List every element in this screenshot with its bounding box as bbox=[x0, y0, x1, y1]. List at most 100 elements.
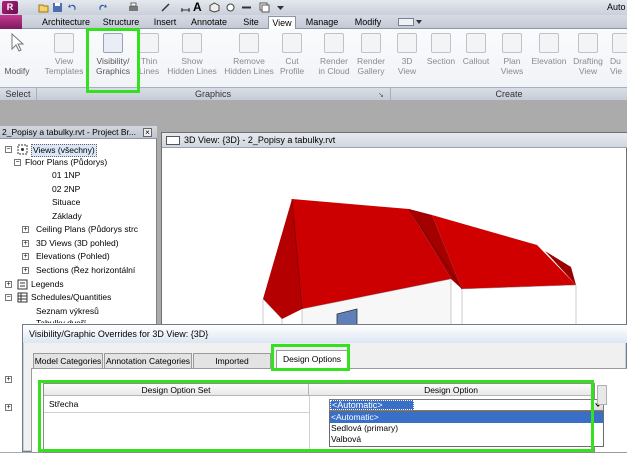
panel-graphics-label[interactable]: Graphics bbox=[37, 89, 389, 99]
3d-view-button[interactable]: 3D View bbox=[394, 33, 420, 85]
grid-scrollbar[interactable] bbox=[597, 385, 607, 405]
schedules-icon bbox=[17, 292, 28, 303]
column-header-design-option[interactable]: Design Option bbox=[309, 384, 594, 396]
thin-lines-button[interactable]: Thin Lines bbox=[137, 33, 161, 85]
tree-item-3d-views[interactable]: 3D Views (3D pohled) bbox=[36, 238, 119, 249]
duplicate-view-icon bbox=[612, 33, 627, 53]
redo-icon[interactable] bbox=[97, 2, 108, 13]
revit-logo-icon[interactable]: R bbox=[2, 1, 18, 14]
expand-icon[interactable]: + bbox=[5, 376, 12, 383]
tree-item-elevations[interactable]: Elevations (Pohled) bbox=[36, 251, 110, 262]
dropdown-option-automatic[interactable]: <Automatic> bbox=[330, 412, 603, 423]
view-templates-button[interactable]: View Templates bbox=[42, 33, 86, 85]
expand-icon[interactable]: + bbox=[22, 253, 29, 260]
remove-hidden-lines-button[interactable]: Remove Hidden Lines bbox=[221, 33, 277, 85]
expand-icon[interactable]: + bbox=[5, 281, 12, 288]
panel-create-label[interactable]: Create bbox=[391, 89, 627, 99]
tab-annotation-categories[interactable]: Annotation Categories bbox=[104, 353, 192, 368]
show-hidden-lines-button[interactable]: Show Hidden Lines bbox=[164, 33, 220, 85]
panel-select-label[interactable]: Select bbox=[0, 89, 36, 99]
collapse-icon[interactable]: − bbox=[5, 294, 12, 301]
expand-icon[interactable]: + bbox=[22, 226, 29, 233]
callout-button[interactable]: Callout bbox=[459, 33, 493, 85]
print-icon[interactable] bbox=[128, 2, 139, 13]
house-model[interactable] bbox=[162, 149, 626, 339]
graphics-dialog-launcher-icon[interactable]: ↘ bbox=[378, 91, 384, 99]
browser-close-icon[interactable]: × bbox=[143, 128, 152, 137]
tree-item-seznam-vykresu[interactable]: Seznam výkresů bbox=[36, 306, 99, 317]
tab-modify[interactable]: Modify bbox=[348, 16, 388, 29]
3d-view-label-1: 3D bbox=[401, 56, 413, 66]
tab-annotate[interactable]: Annotate bbox=[186, 16, 232, 29]
view-templates-label-2: Templates bbox=[44, 66, 84, 76]
render-gallery-button[interactable]: Render Gallery bbox=[354, 33, 388, 85]
duplicate-view-button[interactable]: Du Vie bbox=[610, 33, 627, 85]
undo-icon[interactable] bbox=[67, 2, 78, 13]
tab-structure[interactable]: Structure bbox=[98, 16, 144, 29]
text-icon[interactable]: A bbox=[193, 0, 202, 14]
tree-item-floor-plans[interactable]: Floor Plans (Půdorys) bbox=[25, 157, 107, 168]
cut-profile-label-2: Profile bbox=[279, 66, 305, 76]
render-in-cloud-icon bbox=[324, 33, 344, 53]
section-button[interactable]: Section bbox=[424, 33, 458, 85]
close-windows-icon[interactable] bbox=[259, 2, 270, 13]
cut-profile-button[interactable]: Cut Profile bbox=[277, 33, 307, 85]
tree-item-situace[interactable]: Situace bbox=[52, 197, 80, 208]
tree-item-sections[interactable]: Sections (Řez horizontální bbox=[36, 265, 135, 276]
plan-views-label-2: Views bbox=[500, 66, 524, 76]
open-icon[interactable] bbox=[38, 2, 49, 13]
remove-hidden-lines-label-2: Hidden Lines bbox=[224, 66, 274, 76]
render-in-cloud-button[interactable]: Render in Cloud bbox=[315, 33, 353, 85]
save-icon[interactable] bbox=[52, 2, 63, 13]
legends-icon bbox=[17, 279, 28, 290]
show-hidden-lines-icon bbox=[182, 33, 202, 53]
dropdown-option-sedlova[interactable]: Sedlová (primary) bbox=[330, 423, 603, 434]
ribbon-options-icon[interactable] bbox=[416, 20, 422, 24]
thin-lines-label-2: Lines bbox=[138, 66, 160, 76]
thin-lines-icon[interactable] bbox=[241, 2, 252, 13]
row-design-option-set: Střecha bbox=[49, 399, 79, 409]
render-gallery-label-1: Render bbox=[357, 56, 385, 66]
tree-item-zaklady[interactable]: Základy bbox=[52, 211, 82, 222]
dropdown-option-valbova[interactable]: Valbová bbox=[330, 434, 603, 445]
expand-icon[interactable]: + bbox=[22, 240, 29, 247]
dimension-icon[interactable] bbox=[180, 2, 191, 13]
tree-item-plan-1np[interactable]: 01 1NP bbox=[52, 170, 80, 181]
drafting-view-button[interactable]: Drafting View bbox=[570, 33, 606, 85]
3d-view-icon[interactable] bbox=[209, 2, 220, 13]
thin-lines-icon-large bbox=[139, 33, 159, 53]
tree-item-plan-2np[interactable]: 02 2NP bbox=[52, 184, 80, 195]
collapse-icon[interactable]: − bbox=[5, 146, 12, 153]
tree-item-legends[interactable]: Legends bbox=[31, 279, 64, 290]
expand-icon[interactable]: + bbox=[22, 267, 29, 274]
ribbon-minimize-icon[interactable] bbox=[398, 18, 414, 26]
column-header-design-option-set[interactable]: Design Option Set bbox=[44, 384, 309, 396]
expand-icon[interactable]: + bbox=[5, 404, 12, 411]
section-label: Section bbox=[426, 56, 456, 66]
tab-imported-categories[interactable]: Imported Categories bbox=[193, 353, 271, 368]
plan-views-button[interactable]: Plan Views bbox=[497, 33, 527, 85]
design-option-combobox[interactable]: <Automatic> bbox=[329, 399, 604, 411]
visibility-graphics-button[interactable]: Visibility/ Graphics bbox=[91, 33, 135, 85]
tree-item-views[interactable]: Views (všechny) bbox=[31, 144, 97, 157]
qat-dropdown-icon[interactable] bbox=[275, 2, 286, 13]
tab-architecture[interactable]: Architecture bbox=[38, 16, 94, 29]
tab-design-options[interactable]: Design Options bbox=[276, 350, 348, 369]
elevation-button[interactable]: Elevation bbox=[529, 33, 569, 85]
modify-button[interactable]: Modify bbox=[2, 33, 32, 85]
tree-item-tabulky[interactable]: Tabulky dveří bbox=[36, 318, 86, 323]
tree-item-schedules[interactable]: Schedules/Quantities bbox=[31, 292, 111, 303]
cut-profile-label-1: Cut bbox=[285, 56, 299, 66]
section-icon[interactable] bbox=[225, 2, 236, 13]
tab-manage[interactable]: Manage bbox=[301, 16, 343, 29]
remove-hidden-lines-label-1: Remove bbox=[233, 56, 265, 66]
tree-item-ceiling-plans[interactable]: Ceiling Plans (Půdorys strc bbox=[36, 224, 138, 235]
measure-icon[interactable] bbox=[160, 2, 171, 13]
tab-model-categories[interactable]: Model Categories bbox=[33, 353, 103, 368]
tab-view[interactable]: View bbox=[268, 16, 296, 30]
tab-insert[interactable]: Insert bbox=[148, 16, 182, 29]
render-in-cloud-label-2: in Cloud bbox=[318, 66, 350, 76]
tab-site[interactable]: Site bbox=[237, 16, 265, 29]
collapse-icon[interactable]: − bbox=[14, 159, 21, 166]
application-menu-button[interactable] bbox=[0, 15, 22, 29]
